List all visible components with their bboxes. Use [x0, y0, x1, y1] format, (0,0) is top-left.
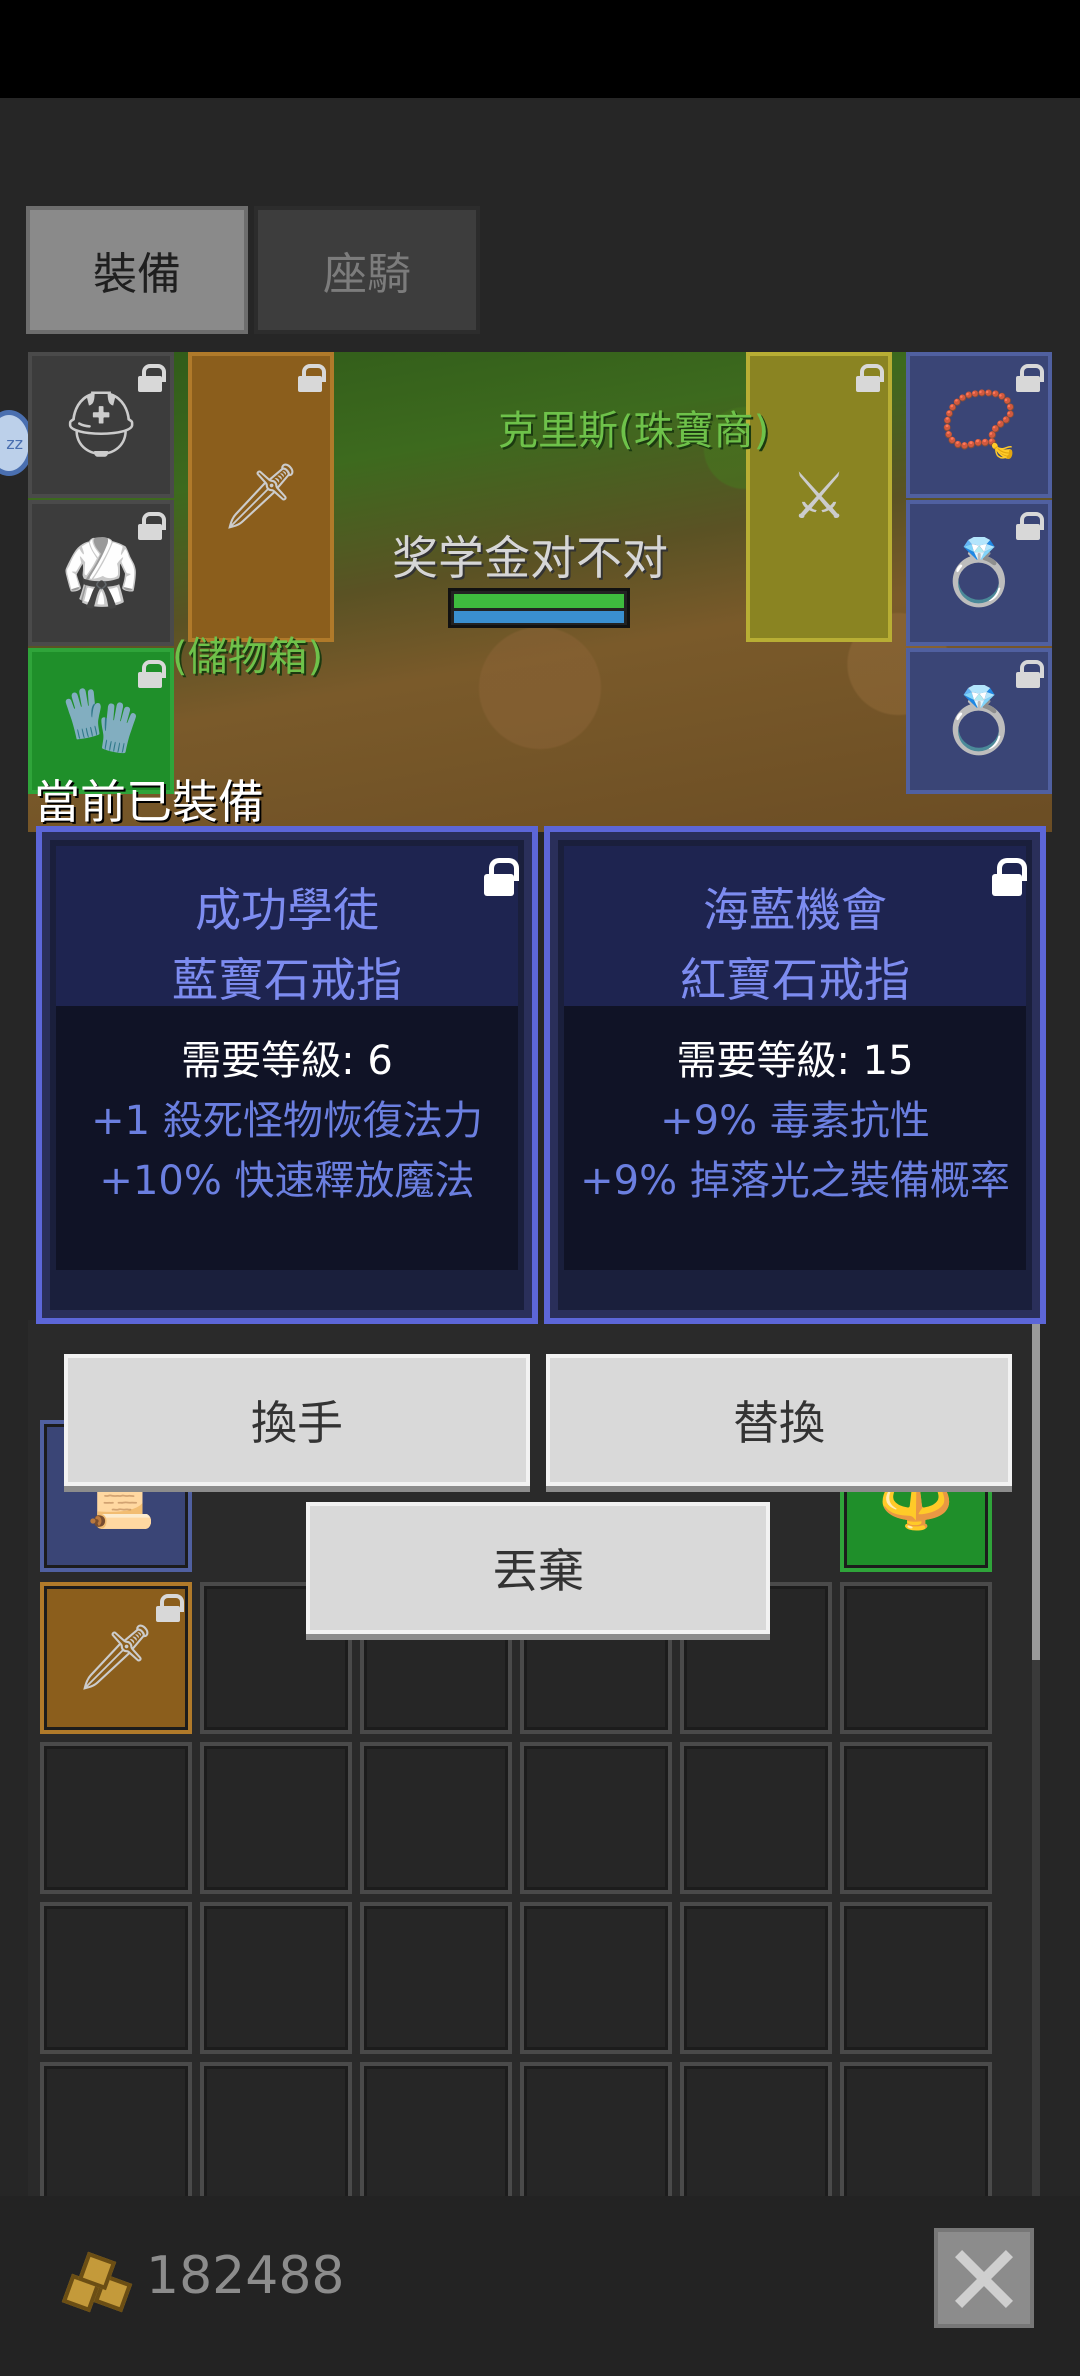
inventory-slot[interactable]: [520, 1742, 672, 1894]
inventory-slot[interactable]: [200, 1742, 352, 1894]
mp-fill: [454, 611, 624, 623]
equip-slot-ring-2[interactable]: 💍: [906, 648, 1052, 794]
equipped-title: 當前已裝備: [34, 775, 264, 829]
inventory-slot[interactable]: 🗡: [40, 1582, 192, 1734]
level-requirement: 需要等級: 6: [181, 1038, 393, 1084]
lock-icon: [856, 364, 884, 392]
equip-slot-armor[interactable]: 🥋: [28, 500, 174, 646]
inventory-slot[interactable]: [520, 2062, 672, 2214]
equip-slot-amulet[interactable]: 📿: [906, 352, 1052, 498]
npc-name: 克里斯(珠寶商): [498, 408, 770, 454]
swap-hand-button[interactable]: 換手: [64, 1354, 530, 1486]
equip-slot-offhand[interactable]: 🗡: [188, 352, 334, 642]
lock-icon: [1016, 660, 1044, 688]
inventory-slot[interactable]: [840, 1902, 992, 2054]
chest-label: (儲物箱): [172, 634, 324, 680]
amulet-icon: 📿: [939, 388, 1019, 462]
player-name: 奖学金对不对: [392, 531, 668, 585]
equip-slot-ring-1[interactable]: 💍: [906, 500, 1052, 646]
item-stat: +9% 毒素抗性: [660, 1098, 930, 1144]
sword-icon: 🗡: [75, 1621, 157, 1695]
item-card-equipped-1[interactable]: 成功學徒 藍寶石戒指 需要等級: 6 +1 殺死怪物恢復法力 +10% 快速釋放…: [36, 826, 538, 1324]
status-bar: [0, 0, 1080, 98]
sword-icon: ⚔: [790, 460, 848, 534]
inventory-slot[interactable]: [840, 1742, 992, 1894]
inventory-slot[interactable]: [40, 2062, 192, 2214]
equip-slot-helmet[interactable]: ⛑: [28, 352, 174, 498]
inventory-slot[interactable]: [680, 1742, 832, 1894]
lock-icon: [1016, 364, 1044, 392]
tab-mount[interactable]: 座騎: [254, 206, 480, 334]
item-stat: +1 殺死怪物恢復法力: [91, 1098, 483, 1144]
armor-icon: 🥋: [61, 536, 141, 610]
lock-icon: [138, 364, 166, 392]
inventory-slot[interactable]: [840, 2062, 992, 2214]
close-icon[interactable]: [934, 2228, 1034, 2328]
inventory-slot[interactable]: [360, 1742, 512, 1894]
item-stat: +10% 快速釋放魔法: [99, 1158, 475, 1204]
lock-icon: [298, 364, 326, 392]
item-name-base: 藍寶石戒指: [172, 953, 402, 1007]
tab-equipment[interactable]: 裝備: [26, 206, 248, 334]
inventory-slot[interactable]: [840, 1582, 992, 1734]
discard-button[interactable]: 丟棄: [306, 1502, 770, 1634]
item-stat: +9% 掉落光之裝備概率: [580, 1158, 1010, 1204]
inventory-slot[interactable]: [200, 1902, 352, 2054]
player-health-bar: [448, 588, 630, 628]
lock-icon: [138, 660, 166, 688]
item-name-prefix: 成功學徒: [195, 883, 379, 937]
inventory-scroll-thumb[interactable]: [1032, 1320, 1040, 1660]
inventory-slot[interactable]: [520, 1902, 672, 2054]
inventory-slot[interactable]: [680, 1902, 832, 2054]
inventory-slot[interactable]: [40, 1902, 192, 2054]
ring-icon: 💍: [939, 684, 1019, 758]
ring-icon: 💍: [939, 536, 1019, 610]
equip-slot-mainhand[interactable]: ⚔: [746, 352, 892, 642]
hp-fill: [454, 594, 624, 608]
inventory-slot[interactable]: [360, 2062, 512, 2214]
lock-icon: [1016, 512, 1044, 540]
level-requirement: 需要等級: 15: [676, 1038, 914, 1084]
glove-icon: 🧤: [61, 684, 141, 758]
game-screen: { "tabs": { "equip": "裝備", "mount": "座騎"…: [0, 0, 1080, 2376]
lock-icon: [138, 512, 166, 540]
inventory-slot[interactable]: [360, 1902, 512, 2054]
gold-icon: [61, 2251, 133, 2313]
lock-icon: [156, 1594, 184, 1622]
replace-button[interactable]: 替換: [546, 1354, 1012, 1486]
dagger-icon: 🗡: [220, 460, 302, 534]
gold-amount: 182488: [146, 2246, 345, 2306]
inventory-slot[interactable]: [680, 2062, 832, 2214]
inventory-slot[interactable]: [200, 2062, 352, 2214]
inventory-slot[interactable]: [40, 1742, 192, 1894]
helmet-icon: ⛑: [60, 388, 142, 462]
item-card-equipped-2[interactable]: 海藍機會 紅寶石戒指 需要等級: 15 +9% 毒素抗性 +9% 掉落光之裝備概…: [544, 826, 1046, 1324]
item-name-prefix: 海藍機會: [703, 883, 887, 937]
item-name-base: 紅寶石戒指: [680, 953, 910, 1007]
